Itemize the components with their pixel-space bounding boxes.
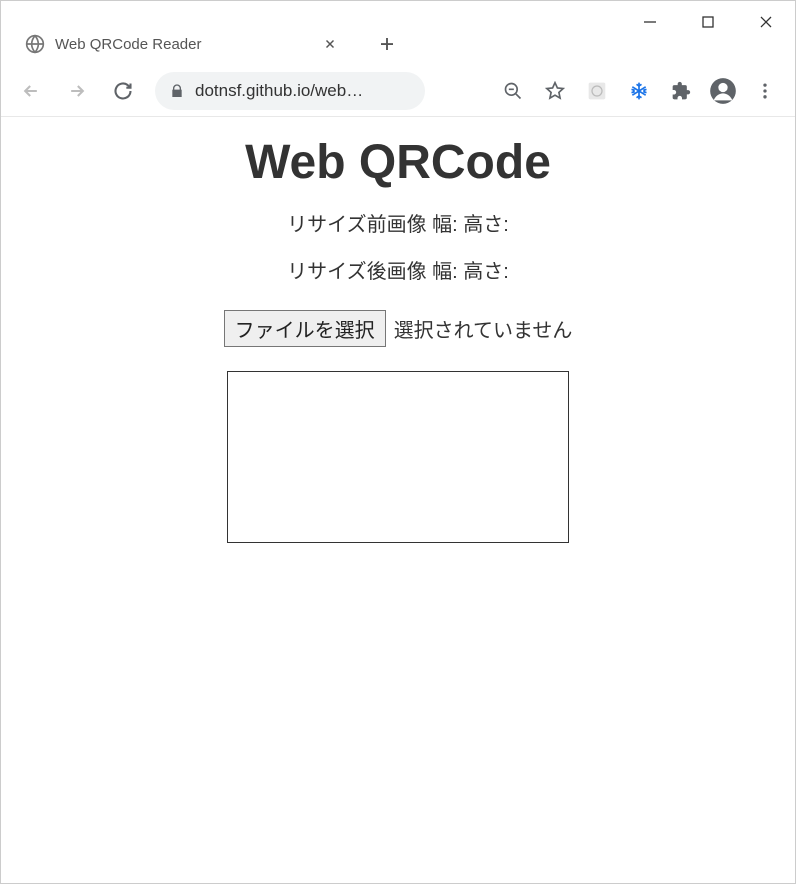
bookmark-button[interactable] <box>535 71 575 111</box>
globe-icon <box>25 34 45 54</box>
reload-button[interactable] <box>103 71 143 111</box>
tab-title: Web QRCode Reader <box>55 36 313 53</box>
close-window-button[interactable] <box>737 1 795 43</box>
resize-before-text: リサイズ前画像 幅: 高さ: <box>1 208 795 237</box>
url-text: dotnsf.github.io/web… <box>195 81 411 101</box>
preview-box <box>227 371 569 543</box>
snowflake-extension-icon[interactable] <box>619 71 659 111</box>
address-bar[interactable]: dotnsf.github.io/web… <box>155 72 425 110</box>
lock-icon <box>169 83 185 99</box>
web-qrcode-page: Web QRCode リサイズ前画像 幅: 高さ: リサイズ後画像 幅: 高さ:… <box>1 135 795 543</box>
chrome-menu-button[interactable] <box>745 71 785 111</box>
minimize-button[interactable] <box>621 1 679 43</box>
window-titlebar: Web QRCode Reader <box>1 1 795 43</box>
file-status-text: 選択されていません <box>394 314 573 343</box>
close-tab-icon[interactable] <box>323 37 337 51</box>
back-button[interactable] <box>11 71 51 111</box>
browser-window: Web QRCode Reader <box>0 0 796 884</box>
tab-strip: Web QRCode Reader <box>11 23 405 65</box>
file-select-button[interactable]: ファイルを選択 <box>224 310 386 347</box>
toolbar-right <box>493 71 785 111</box>
forward-button[interactable] <box>57 71 97 111</box>
maximize-button[interactable] <box>679 1 737 43</box>
extensions-button[interactable] <box>661 71 701 111</box>
page-title: Web QRCode <box>1 135 795 190</box>
window-controls <box>621 1 795 43</box>
zoom-out-button[interactable] <box>493 71 533 111</box>
profile-avatar[interactable] <box>703 71 743 111</box>
extension-icon-1[interactable] <box>577 71 617 111</box>
browser-tab[interactable]: Web QRCode Reader <box>11 23 351 65</box>
browser-toolbar: dotnsf.github.io/web… <box>1 65 795 117</box>
resize-after-text: リサイズ後画像 幅: 高さ: <box>1 255 795 284</box>
file-input-row: ファイルを選択 選択されていません <box>1 310 795 347</box>
page-content: Web QRCode リサイズ前画像 幅: 高さ: リサイズ後画像 幅: 高さ:… <box>1 117 795 883</box>
new-tab-button[interactable] <box>369 26 405 62</box>
